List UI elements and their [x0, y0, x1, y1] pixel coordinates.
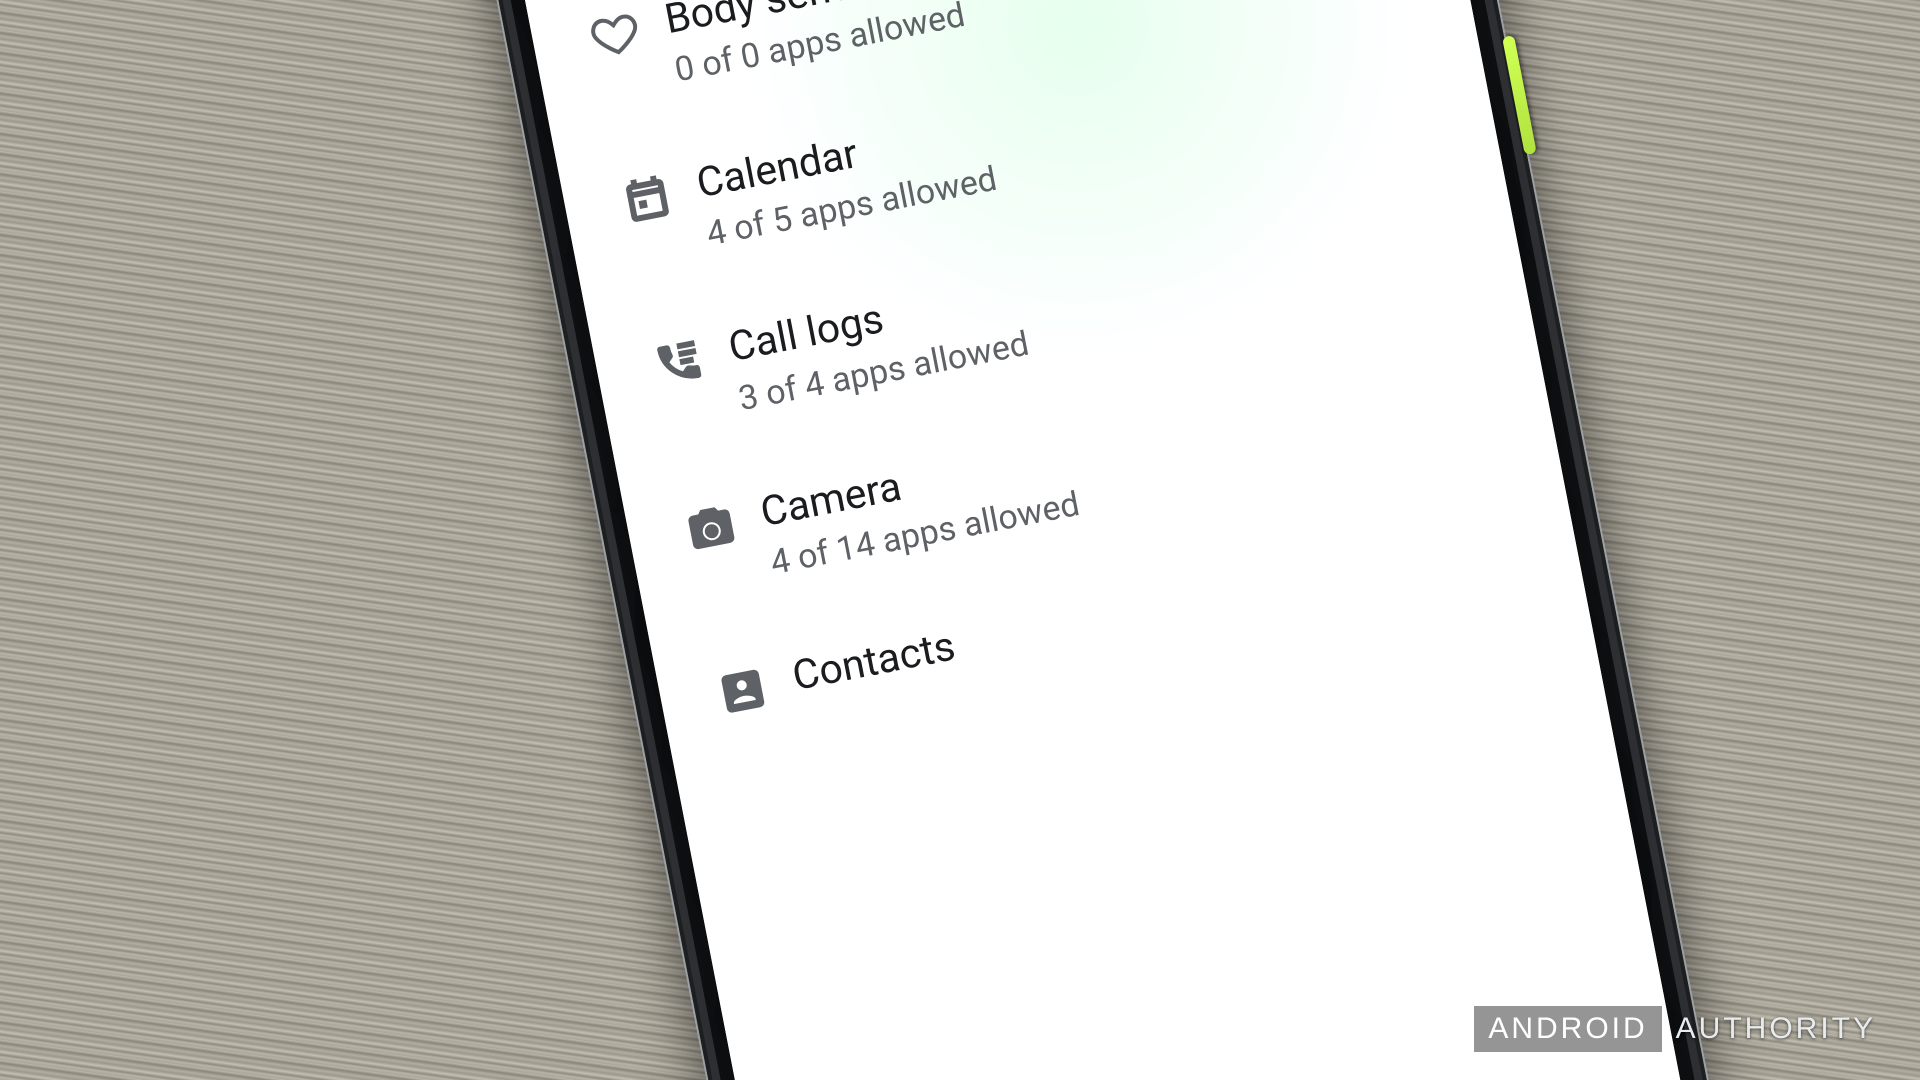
call-log-icon	[651, 335, 708, 395]
camera-icon	[683, 499, 740, 559]
watermark-left: ANDROID	[1474, 1006, 1661, 1052]
permission-list: Body sensors 0 of 0 apps allowed Calenda…	[521, 0, 1586, 769]
watermark-right: AUTHORITY	[1662, 1006, 1890, 1052]
calendar-icon	[619, 170, 676, 230]
heart-icon	[587, 6, 644, 66]
photograph-backdrop: 7:25 92%	[0, 0, 1920, 1080]
contacts-icon	[715, 663, 772, 723]
phone-stage: 7:25 92%	[470, 0, 1450, 1080]
watermark: ANDROID AUTHORITY	[1474, 1006, 1890, 1052]
phone-body: 7:25 92%	[447, 0, 1772, 1080]
